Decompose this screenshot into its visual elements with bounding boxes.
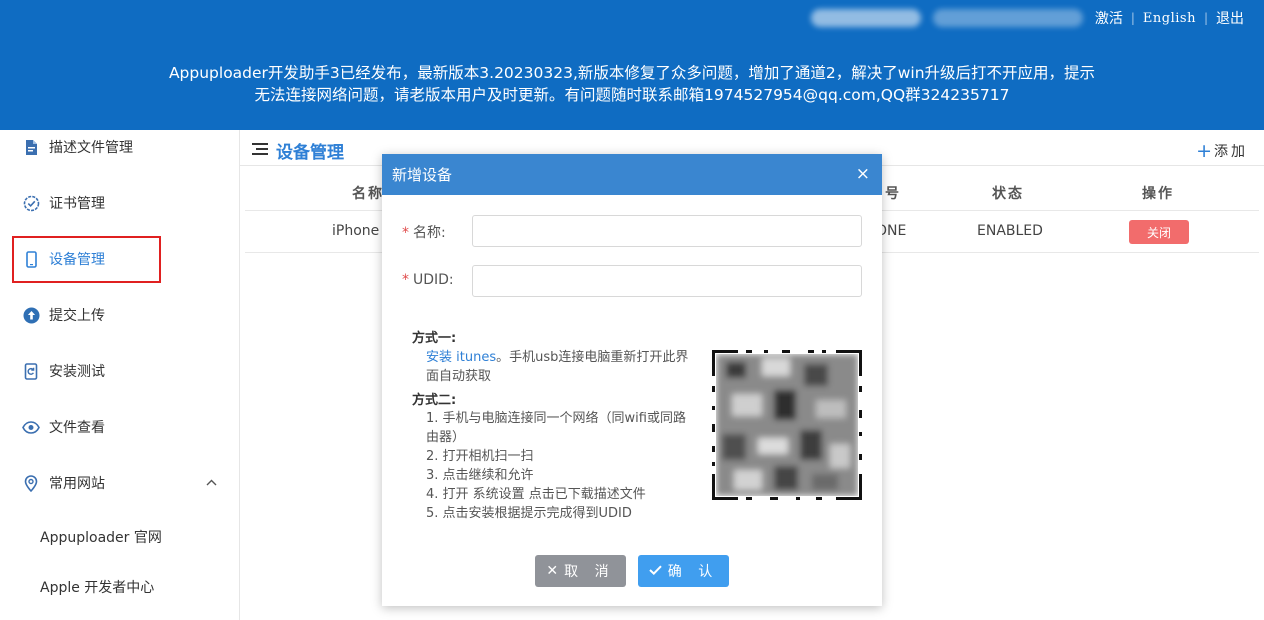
qr-code: [712, 350, 862, 500]
blurred-email: [932, 9, 1083, 27]
logout-link[interactable]: 退出: [1216, 8, 1244, 28]
add-device-dialog: 新增设备 × * 名称: * UDID: 方式一: 安装 itunes。手机usb连…: [382, 154, 882, 606]
install-itunes-link[interactable]: 安装 itunes: [426, 350, 496, 365]
method-two-step-3: 3. 点击继续和允许: [426, 468, 534, 483]
method-two-step-4: 4. 打开 系统设置 点击已下载描述文件: [426, 487, 646, 502]
confirm-label: 确 认: [667, 564, 719, 580]
udid-label-text: UDID:: [413, 272, 454, 288]
blurred-username: [810, 9, 921, 27]
sidebar-item-label: 文件查看: [49, 420, 105, 436]
page-title: 设备管理: [252, 138, 344, 163]
announcement-line-1: Appuploader开发助手3已经发布，最新版本3.20230323,新版本修…: [168, 64, 1096, 82]
file-icon: [22, 138, 40, 156]
upload-icon: [22, 306, 40, 324]
separator: |: [1130, 11, 1135, 25]
sidebar: 描述文件管理 证书管理 设备管理 提交上传 安装测试 文件查看 常用网站 App…: [0, 130, 240, 620]
close-icon: ✕: [546, 563, 559, 579]
method-two-step-1: 1. 手机与电脑连接同一个网络（同wifi或同路由器）: [426, 411, 686, 445]
name-field-label: * 名称:: [402, 222, 446, 242]
sidebar-item-label: 设备管理: [49, 252, 105, 268]
add-device-button[interactable]: + 添加: [1196, 141, 1248, 161]
separator: |: [1203, 11, 1208, 25]
sidebar-item-label: 描述文件管理: [49, 140, 133, 156]
announcement: Appuploader开发助手3已经发布，最新版本3.20230323,新版本修…: [0, 62, 1264, 106]
method-two-step-5: 5. 点击安装根据提示完成得到UDID: [426, 506, 632, 521]
page-title-text: 设备管理: [276, 143, 344, 163]
sidebar-item-certificates[interactable]: 证书管理: [22, 191, 105, 215]
required-marker: *: [402, 272, 409, 288]
method-one-text: 安装 itunes。手机usb连接电脑重新打开此界面自动获取: [426, 348, 696, 386]
check-icon: [649, 563, 662, 579]
menu-icon: [252, 141, 268, 161]
sidebar-item-file-view[interactable]: 文件查看: [22, 415, 105, 439]
sidebar-item-profiles[interactable]: 描述文件管理: [22, 135, 133, 159]
header-user-bar: 激活 | English | 退出: [810, 8, 1244, 28]
cancel-label: 取 消: [564, 564, 615, 580]
device-name-input[interactable]: [472, 215, 862, 247]
sidebar-item-upload[interactable]: 提交上传: [22, 303, 105, 327]
required-marker: *: [402, 225, 409, 241]
top-header: 激活 | English | 退出 Appuploader开发助手3已经发布，最…: [0, 0, 1264, 130]
chevron-up-icon[interactable]: [206, 476, 217, 489]
name-label-text: 名称:: [413, 225, 446, 241]
sidebar-item-label: 提交上传: [49, 308, 105, 324]
close-icon[interactable]: ×: [856, 166, 870, 183]
table-cell-status: ENABLED: [977, 223, 1043, 239]
cancel-button[interactable]: ✕ 取 消: [535, 555, 626, 587]
english-link[interactable]: English: [1143, 11, 1196, 26]
install-icon: [22, 362, 40, 380]
column-header-action: 操作: [1142, 186, 1174, 202]
column-header-name: 名称: [352, 186, 384, 202]
device-udid-input[interactable]: [472, 265, 862, 297]
method-one-title: 方式一:: [412, 331, 457, 346]
confirm-button[interactable]: 确 认: [638, 555, 729, 587]
sidebar-link-apple-developer[interactable]: Apple 开发者中心: [40, 577, 154, 597]
sidebar-item-label: 安装测试: [49, 364, 105, 380]
udid-field-label: * UDID:: [402, 272, 454, 288]
method-two-step-2: 2. 打开相机扫一扫: [426, 449, 534, 464]
add-label: 添加: [1214, 144, 1248, 160]
sidebar-item-devices[interactable]: 设备管理: [22, 247, 105, 271]
certificate-icon: [22, 194, 40, 212]
announcement-line-2: 无法连接网络问题，请老版本用户及时更新。有问题随时联系邮箱1974527954@…: [254, 86, 1010, 104]
sidebar-item-install-test[interactable]: 安装测试: [22, 359, 105, 383]
activate-link[interactable]: 激活: [1095, 8, 1123, 28]
dialog-header: 新增设备: [382, 154, 882, 195]
column-header-status: 状态: [992, 186, 1024, 202]
method-two-title: 方式二:: [412, 393, 457, 408]
disable-device-button[interactable]: 关闭: [1129, 220, 1189, 244]
location-icon: [22, 474, 40, 492]
sidebar-link-appuploader[interactable]: Appuploader 官网: [40, 527, 162, 547]
sidebar-item-label: 证书管理: [49, 196, 105, 212]
column-header-type: 号: [885, 186, 901, 202]
dialog-title: 新增设备: [392, 166, 453, 184]
plus-icon: +: [1196, 140, 1212, 162]
table-cell-name: iPhone: [332, 223, 380, 239]
sidebar-item-common-sites[interactable]: 常用网站: [22, 471, 105, 495]
sidebar-item-label: 常用网站: [49, 476, 105, 492]
eye-icon: [22, 418, 40, 436]
phone-icon: [22, 250, 40, 268]
